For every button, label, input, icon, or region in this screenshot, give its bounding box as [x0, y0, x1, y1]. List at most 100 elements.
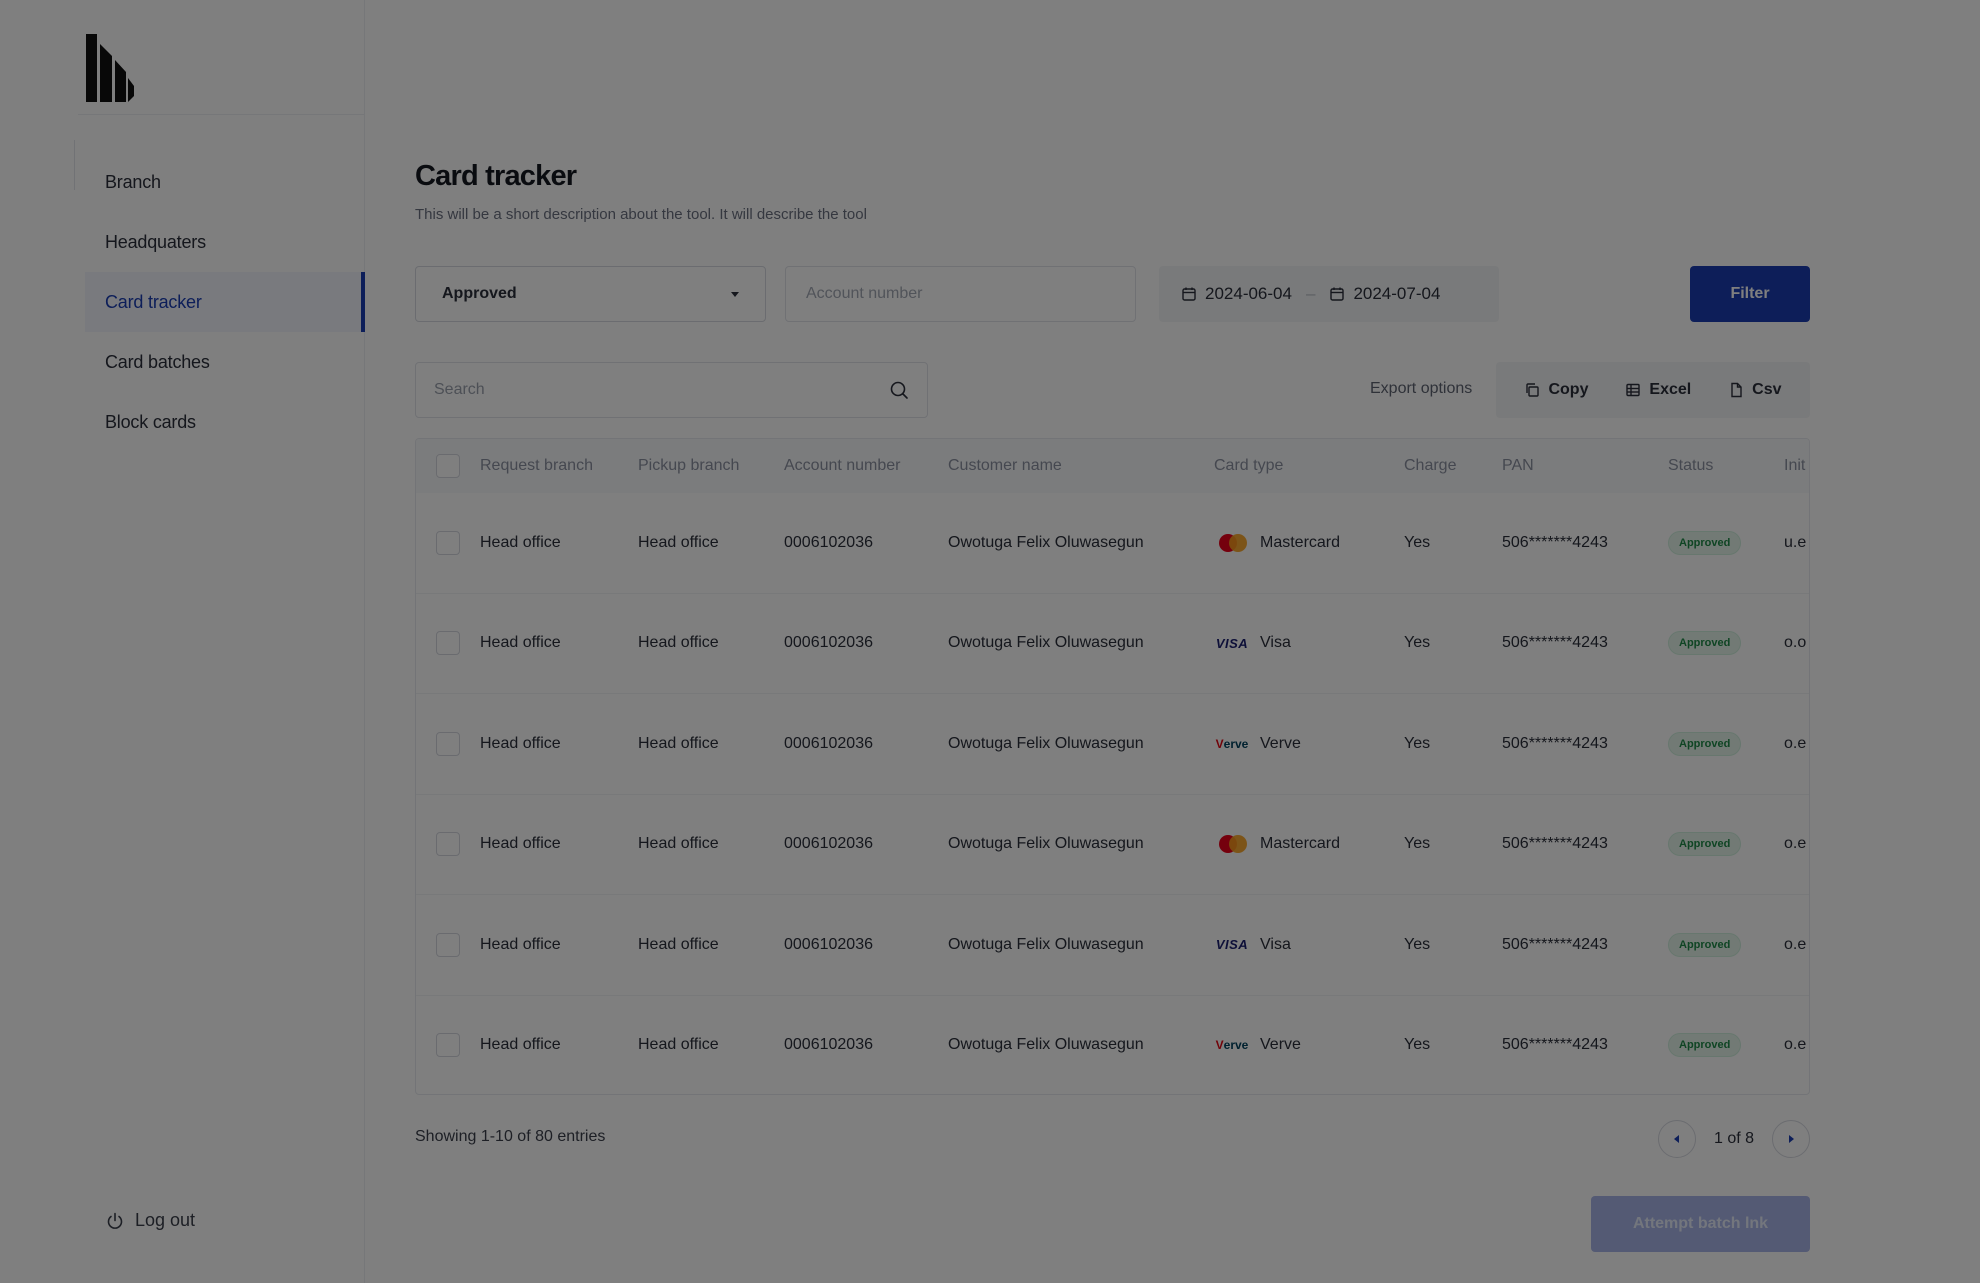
date-from-value: 2024-06-04 — [1205, 284, 1292, 303]
request-branch-cell: Head office — [480, 835, 561, 853]
charge-cell: Yes — [1404, 935, 1431, 953]
card-type-cell: VISA Visa — [1216, 633, 1291, 653]
sidebar-item-label: Card tracker — [105, 291, 202, 312]
search-icon[interactable] — [889, 380, 909, 400]
status-cell: Approved — [1668, 631, 1742, 656]
logout-button[interactable]: Log out — [105, 1210, 195, 1231]
account-number-input[interactable] — [785, 266, 1136, 322]
init-cell: o.e — [1784, 1036, 1807, 1054]
copy-button[interactable]: Copy — [1524, 381, 1588, 399]
column-header[interactable]: Customer name — [948, 457, 1062, 475]
page-description: This will be a short description about t… — [415, 206, 867, 223]
sidebar-item-label: Branch — [105, 171, 161, 192]
pickup-branch-cell: Head office — [638, 935, 719, 953]
sidebar-item-branch[interactable]: Branch — [85, 152, 365, 212]
column-header[interactable]: Account number — [784, 457, 901, 475]
spreadsheet-icon — [1626, 383, 1641, 397]
status-select[interactable]: Approved — [415, 266, 766, 322]
status-badge: Approved — [1668, 631, 1742, 656]
page-indicator: 1 of 8 — [1713, 1130, 1754, 1147]
table-row[interactable]: Head office Head office 0006102036 Owotu… — [416, 795, 1809, 895]
calendar-icon — [1182, 287, 1196, 301]
sidebar-accent-line — [74, 140, 75, 190]
account-number-cell: 0006102036 — [784, 935, 873, 953]
previous-page-button[interactable] — [1657, 1120, 1696, 1158]
status-badge: Approved — [1668, 932, 1742, 957]
date-to[interactable]: 2024-07-04 — [1329, 284, 1440, 304]
csv-button[interactable]: Csv — [1728, 381, 1782, 399]
sidebar-item-card-tracker[interactable]: Card tracker — [85, 272, 365, 332]
card-type-label: Visa — [1260, 634, 1291, 652]
table-row[interactable]: Head office Head office 0006102036 Owotu… — [416, 694, 1809, 795]
row-checkbox[interactable] — [436, 832, 460, 857]
sidebar-item-headquaters[interactable]: Headquaters — [85, 212, 365, 272]
account-number-cell: 0006102036 — [784, 634, 873, 652]
date-from[interactable]: 2024-06-04 — [1181, 284, 1292, 304]
filter-button[interactable]: Filter — [1690, 266, 1810, 322]
account-number-cell: 0006102036 — [784, 533, 873, 551]
column-header[interactable]: Pickup branch — [638, 457, 739, 475]
table-row[interactable]: Head office Head office 0006102036 Owotu… — [416, 996, 1809, 1095]
pickup-branch-cell: Head office — [638, 835, 719, 853]
init-cell: o.e — [1784, 734, 1807, 752]
card-table: Request branch Pickup branch Account num… — [415, 438, 1810, 1095]
status-badge: Approved — [1668, 530, 1742, 555]
card-type-cell: Mastercard — [1216, 533, 1340, 553]
column-header[interactable]: Card type — [1214, 457, 1283, 475]
init-cell: o.e — [1784, 935, 1807, 953]
date-range-picker[interactable]: 2024-06-04 – 2024-07-04 — [1159, 266, 1499, 322]
table-toolbar: Export options Copy Excel Csv — [415, 362, 1810, 418]
table-row[interactable]: Head office Head office 0006102036 Owotu… — [416, 895, 1809, 996]
row-checkbox[interactable] — [436, 631, 460, 656]
filter-bar: Approved 2024-06-04 – 2024-07-04 Filter — [415, 266, 1810, 322]
page-title: Card tracker — [415, 160, 577, 192]
pickup-branch-cell: Head office — [638, 634, 719, 652]
table-row[interactable]: Head office Head office 0006102036 Owotu… — [416, 493, 1809, 594]
card-type-label: Verve — [1260, 1036, 1301, 1054]
mastercard-icon — [1216, 533, 1248, 553]
card-type-label: Mastercard — [1260, 533, 1341, 551]
account-number-cell: 0006102036 — [784, 1036, 873, 1054]
customer-name-cell: Owotuga Felix Oluwasegun — [948, 533, 1144, 551]
pan-cell: 506*******4243 — [1502, 1036, 1608, 1054]
copy-icon — [1526, 383, 1540, 397]
date-to-value: 2024-07-04 — [1353, 284, 1441, 303]
request-branch-cell: Head office — [480, 1036, 561, 1054]
column-header[interactable]: Init — [1784, 457, 1809, 475]
next-page-button[interactable] — [1772, 1120, 1810, 1158]
column-header[interactable]: Charge — [1404, 457, 1456, 475]
table-row[interactable]: Head office Head office 0006102036 Owotu… — [416, 594, 1809, 694]
init-cell: o.o — [1784, 634, 1807, 652]
sidebar-item-block-cards[interactable]: Block cards — [85, 392, 365, 452]
batch-action-button[interactable]: Attempt batch lnk — [1591, 1196, 1810, 1252]
customer-name-cell: Owotuga Felix Oluwasegun — [948, 734, 1144, 752]
card-type-cell: VISA Visa — [1216, 935, 1291, 955]
date-separator: – — [1305, 284, 1316, 303]
column-header[interactable]: Request branch — [480, 457, 593, 475]
customer-name-cell: Owotuga Felix Oluwasegun — [948, 1036, 1144, 1054]
search-input[interactable] — [434, 381, 889, 399]
caret-down-icon — [731, 291, 739, 297]
row-checkbox[interactable] — [436, 1033, 460, 1058]
row-checkbox[interactable] — [436, 530, 460, 555]
column-header[interactable]: PAN — [1502, 457, 1534, 475]
row-checkbox[interactable] — [436, 731, 460, 756]
charge-cell: Yes — [1404, 835, 1431, 853]
pagination: 1 of 8 — [1657, 1120, 1810, 1158]
init-cell: u.e — [1784, 533, 1807, 551]
column-header[interactable]: Status — [1668, 457, 1713, 475]
chevron-left-icon — [1674, 1135, 1680, 1143]
customer-name-cell: Owotuga Felix Oluwasegun — [948, 835, 1144, 853]
search-box — [415, 362, 928, 418]
calendar-icon — [1330, 287, 1345, 301]
status-badge: Approved — [1668, 832, 1742, 857]
sidebar-item-card-batches[interactable]: Card batches — [85, 332, 365, 392]
status-badge: Approved — [1668, 1033, 1742, 1058]
sidebar-divider — [78, 114, 364, 115]
status-cell: Approved — [1668, 932, 1742, 957]
entries-summary: Showing 1-10 of 80 entries — [415, 1128, 606, 1145]
row-checkbox[interactable] — [436, 932, 460, 957]
excel-button[interactable]: Excel — [1625, 381, 1691, 399]
table-footer: Showing 1-10 of 80 entries 1 of 8 — [415, 1120, 1810, 1160]
select-all-checkbox[interactable] — [436, 454, 460, 478]
